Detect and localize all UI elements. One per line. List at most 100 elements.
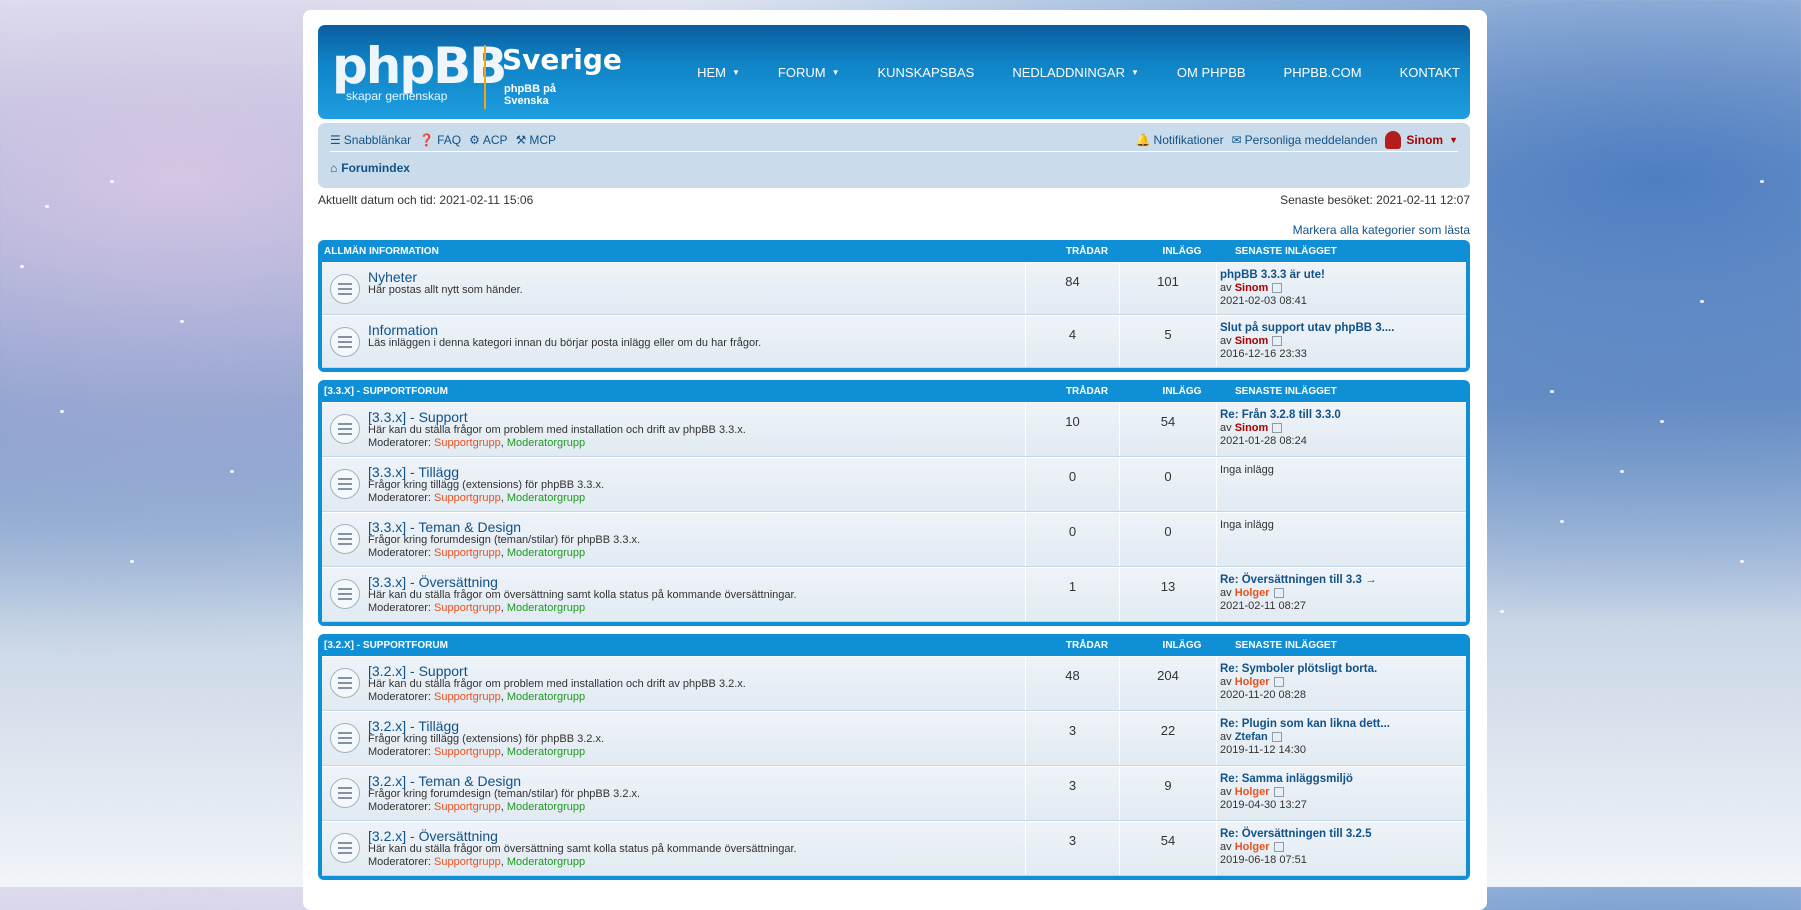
- mod-moderatorgrupp-link[interactable]: Moderatorgrupp: [507, 602, 585, 614]
- last-post-author[interactable]: Sinom: [1235, 422, 1269, 434]
- last-post-title[interactable]: Slut på support utav phpBB 3....: [1220, 322, 1466, 335]
- mod-supportgrupp-link[interactable]: Supportgrupp: [434, 801, 501, 813]
- nav-kontakt[interactable]: KONTAKT: [1400, 65, 1460, 80]
- nav-kontakt-label: KONTAKT: [1399, 65, 1460, 80]
- acp-link[interactable]: ⚙ ACP: [469, 133, 507, 147]
- category-title[interactable]: [3.2.X] - SUPPORTFORUM: [324, 640, 448, 651]
- view-latest-post-icon[interactable]: [1273, 787, 1284, 798]
- last-post-author[interactable]: Ztefan: [1235, 731, 1268, 743]
- nav-forum-label: FORUM: [777, 65, 826, 80]
- last-post-title[interactable]: Re: Översättningen till 3.2.5: [1220, 828, 1466, 841]
- last-post-title[interactable]: Re: Symboler plötsligt borta.: [1220, 663, 1466, 676]
- view-latest-post-icon[interactable]: [1273, 588, 1284, 599]
- nav-kunskapsbas-label: KUNSKAPSBAS: [877, 65, 975, 80]
- forum-description: Här kan du ställa frågor om problem med …: [368, 424, 746, 436]
- forum-posts-count: 5: [1119, 316, 1216, 367]
- forum-description: Här kan du ställa frågor om problem med …: [368, 678, 746, 690]
- col-topics-header: TRÅDAR: [1065, 639, 1109, 651]
- mod-moderatorgrupp-link[interactable]: Moderatorgrupp: [507, 856, 585, 868]
- forum-description: Frågor kring tillägg (extensions) för ph…: [368, 479, 605, 491]
- view-latest-post-icon[interactable]: [1273, 677, 1284, 688]
- last-post-author[interactable]: Holger: [1235, 587, 1270, 599]
- breadcrumb-forumindex: Forumindex: [341, 161, 410, 175]
- last-post-title[interactable]: Re: Plugin som kan likna dett...: [1220, 718, 1466, 731]
- col-posts-header: INLÄGG: [1162, 385, 1202, 397]
- nav-forum[interactable]: FORUM ▼: [778, 65, 840, 80]
- chevron-down-icon: ▼: [731, 68, 740, 77]
- forum-description: Här kan du ställa frågor om översättning…: [368, 589, 797, 601]
- mod-supportgrupp-link[interactable]: Supportgrupp: [434, 492, 501, 504]
- mod-supportgrupp-link[interactable]: Supportgrupp: [434, 691, 501, 703]
- view-latest-post-icon[interactable]: [1272, 283, 1283, 294]
- forum-title[interactable]: [3.2.x] - Teman & Design: [368, 773, 521, 789]
- gavel-icon: ⚒: [515, 133, 527, 147]
- mod-supportgrupp-link[interactable]: Supportgrupp: [434, 547, 501, 559]
- mcp-link[interactable]: ⚒ MCP: [516, 133, 556, 147]
- last-post-title[interactable]: Re: Översättningen till 3.3 →: [1220, 574, 1466, 587]
- category-title[interactable]: [3.3.X] - SUPPORTFORUM: [324, 386, 448, 397]
- forum-read-icon: [330, 327, 360, 357]
- forum-title[interactable]: [3.3.x] - Teman & Design: [368, 519, 521, 535]
- mod-moderatorgrupp-link[interactable]: Moderatorgrupp: [507, 547, 585, 559]
- category-title[interactable]: ALLMÄN INFORMATION: [324, 246, 439, 257]
- forum-row: [3.2.x] - Tillägg Frågor kring tillägg (e…: [322, 711, 1466, 766]
- mod-moderatorgrupp-link[interactable]: Moderatorgrupp: [507, 492, 585, 504]
- last-post-title[interactable]: Re: Samma inläggsmiljö: [1220, 773, 1466, 786]
- nav-phpbb-com[interactable]: PHPBB.COM: [1284, 65, 1362, 80]
- logo-separator: [484, 45, 486, 109]
- last-post-author[interactable]: Holger: [1235, 786, 1270, 798]
- forum-title[interactable]: [3.3.x] - Översättning: [368, 574, 498, 590]
- forum-title[interactable]: [3.2.x] - Support: [368, 663, 468, 679]
- nav-phpbb-com-label: PHPBB.COM: [1283, 65, 1362, 80]
- last-post-date: 2019-06-18 07:51: [1220, 854, 1307, 866]
- mark-all-read-link[interactable]: Markera alla kategorier som lästa: [1293, 223, 1470, 237]
- last-post-author[interactable]: Sinom: [1235, 335, 1269, 347]
- forum-title[interactable]: [3.3.x] - Support: [368, 409, 468, 425]
- mod-supportgrupp-link[interactable]: Supportgrupp: [434, 856, 501, 868]
- view-latest-post-icon[interactable]: [1272, 423, 1283, 434]
- last-post-author[interactable]: Holger: [1235, 841, 1270, 853]
- no-posts: Inga inlägg: [1220, 464, 1274, 476]
- nav-kunskapsbas[interactable]: KUNSKAPSBAS: [877, 65, 974, 80]
- forum-title[interactable]: [3.3.x] - Tillägg: [368, 464, 459, 480]
- user-menu[interactable]: Sinom ▼: [1385, 131, 1458, 149]
- forum-title[interactable]: Information: [368, 322, 438, 338]
- mod-moderatorgrupp-link[interactable]: Moderatorgrupp: [507, 801, 585, 813]
- forum-moderators: Moderatorer: Supportgrupp, Moderatorgrup…: [368, 746, 586, 758]
- mod-moderatorgrupp-link[interactable]: Moderatorgrupp: [507, 691, 585, 703]
- logo-tagline: skapar gemenskap: [346, 89, 448, 103]
- pm-link[interactable]: ✉ Personliga meddelanden: [1232, 133, 1378, 147]
- moderators-label: Moderatorer:: [368, 691, 431, 703]
- mod-moderatorgrupp-link[interactable]: Moderatorgrupp: [507, 746, 585, 758]
- site-logo[interactable]: phpBB skapar gemenskap Sverige phpBB på …: [332, 37, 622, 109]
- forum-topics-count: 3: [1025, 822, 1119, 875]
- breadcrumb[interactable]: ⌂ Forumindex: [330, 161, 410, 175]
- view-latest-post-icon[interactable]: [1272, 336, 1283, 347]
- avatar: [1385, 131, 1402, 149]
- mod-supportgrupp-link[interactable]: Supportgrupp: [434, 746, 501, 758]
- last-post-author[interactable]: Sinom: [1235, 282, 1269, 294]
- forum-title[interactable]: [3.2.x] - Tillägg: [368, 718, 459, 734]
- forum-title[interactable]: [3.2.x] - Översättning: [368, 828, 498, 844]
- notifications-link[interactable]: 🔔 Notifikationer: [1136, 133, 1224, 147]
- last-post-date: 2019-04-30 13:27: [1220, 799, 1307, 811]
- quicklinks-menu[interactable]: ☰ Snabblänkar: [330, 133, 411, 147]
- faq-link[interactable]: ❓ FAQ: [419, 133, 461, 147]
- main-nav: HEM ▼ FORUM ▼ KUNSKAPSBAS NEDLADDNINGAR ▼ O…: [659, 65, 1460, 80]
- moderators-label: Moderatorer:: [368, 602, 431, 614]
- nav-hem[interactable]: HEM ▼: [697, 65, 740, 80]
- last-post-author[interactable]: Holger: [1235, 676, 1270, 688]
- last-post-title[interactable]: Re: Från 3.2.8 till 3.3.0: [1220, 409, 1466, 422]
- mod-moderatorgrupp-link[interactable]: Moderatorgrupp: [507, 437, 585, 449]
- forum-moderators: Moderatorer: Supportgrupp, Moderatorgrup…: [368, 801, 586, 813]
- mod-supportgrupp-link[interactable]: Supportgrupp: [434, 602, 501, 614]
- nav-om-phpbb[interactable]: OM PHPBB: [1177, 65, 1246, 80]
- forum-title[interactable]: Nyheter: [368, 269, 417, 285]
- navbar-links: ☰ Snabblänkar ❓ FAQ ⚙ ACP ⚒ MCP 🔔 Notifikatio…: [330, 129, 1458, 152]
- view-latest-post-icon[interactable]: [1273, 842, 1284, 853]
- mod-supportgrupp-link[interactable]: Supportgrupp: [434, 437, 501, 449]
- last-post-author-line: av Sinom: [1220, 282, 1466, 295]
- last-post-title[interactable]: phpBB 3.3.3 är ute!: [1220, 269, 1466, 282]
- nav-nedladdningar[interactable]: NEDLADDNINGAR ▼: [1012, 65, 1139, 80]
- view-latest-post-icon[interactable]: [1271, 732, 1282, 743]
